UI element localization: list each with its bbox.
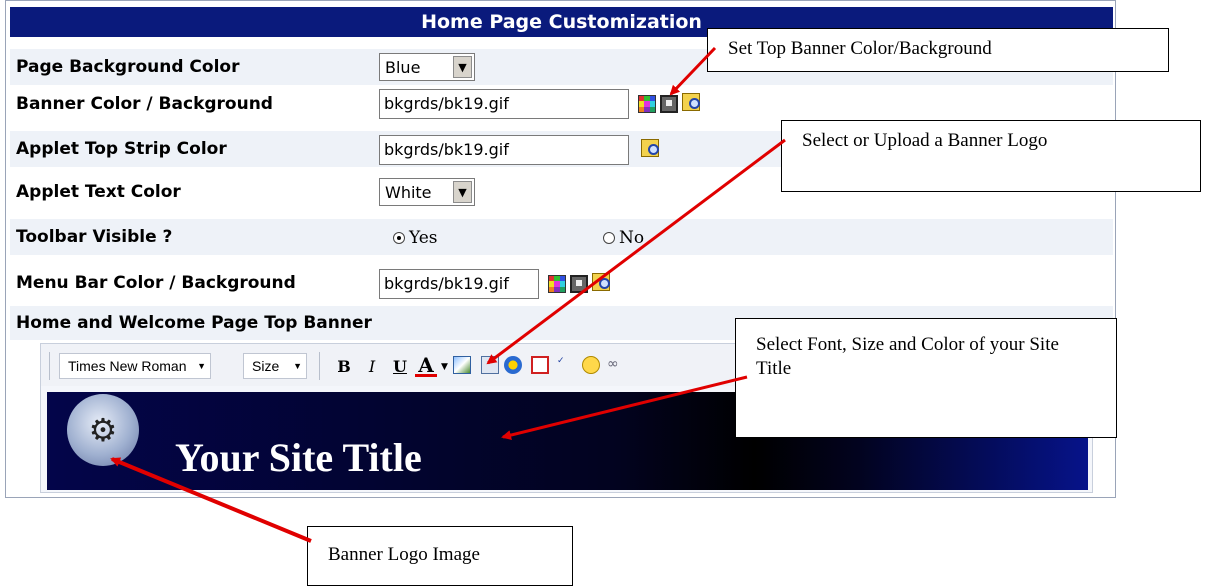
callout-banner-color: Set Top Banner Color/Background <box>707 28 1169 72</box>
radio-label: Yes <box>409 228 438 248</box>
font-color-button[interactable]: A <box>415 353 437 377</box>
toolbar-grip[interactable] <box>49 352 50 380</box>
section-label: Home and Welcome Page Top Banner <box>16 313 372 333</box>
site-title[interactable]: Your Site Title <box>175 434 422 481</box>
row-label: Banner Color / Background <box>16 94 273 114</box>
banner-logo-image[interactable]: ⚙ <box>67 394 139 466</box>
image-background-icon[interactable] <box>660 95 678 113</box>
select-value: White <box>385 182 432 202</box>
font-family-value: Times New Roman <box>68 358 187 374</box>
toolbar-visible-no-radio[interactable]: No <box>603 228 644 248</box>
callout-logo-image: Banner Logo Image <box>307 526 573 586</box>
italic-button[interactable]: I <box>361 355 383 377</box>
chevron-down-icon: ▼ <box>293 361 302 371</box>
font-size-dropdown[interactable]: Size ▼ <box>243 353 307 379</box>
pdf-icon[interactable] <box>531 356 549 374</box>
browse-folder-icon[interactable] <box>682 93 700 111</box>
chevron-down-icon: ▼ <box>197 361 206 371</box>
callout-font: Select Font, Size and Color of your Site… <box>735 318 1117 438</box>
row-label: Applet Top Strip Color <box>16 139 227 159</box>
applet-top-strip-input[interactable]: bkgrds/bk19.gif <box>379 135 629 165</box>
font-family-dropdown[interactable]: Times New Roman ▼ <box>59 353 211 379</box>
banner-color-input[interactable]: bkgrds/bk19.gif <box>379 89 629 119</box>
radio-label: No <box>619 228 645 248</box>
browse-folder-icon[interactable] <box>592 273 610 291</box>
row-toolbar-visible: Toolbar Visible ? Yes No <box>10 219 1113 256</box>
radio-unchecked-icon[interactable] <box>603 232 615 244</box>
toolbar-visible-yes-radio[interactable]: Yes <box>393 228 438 248</box>
row-banner-color: Banner Color / Background bkgrds/bk19.gi… <box>10 86 1113 123</box>
bold-button[interactable]: B <box>333 355 355 377</box>
radio-checked-icon[interactable] <box>393 232 405 244</box>
hyperlink-icon[interactable]: ∞ <box>607 356 625 374</box>
row-label: Applet Text Color <box>16 182 181 202</box>
font-size-value: Size <box>252 358 280 374</box>
callout-banner-logo: Select or Upload a Banner Logo <box>781 120 1201 192</box>
runner-icon: ⚙ <box>88 411 118 449</box>
select-value: Blue <box>385 57 421 77</box>
page-background-color-select[interactable]: Blue ▼ <box>379 53 475 81</box>
row-label: Menu Bar Color / Background <box>16 273 296 293</box>
edit-image-icon[interactable] <box>481 356 499 374</box>
image-background-icon[interactable] <box>570 275 588 293</box>
chevron-down-icon[interactable]: ▼ <box>453 181 472 203</box>
toolbar-separator <box>319 352 320 380</box>
color-palette-icon[interactable] <box>548 275 566 293</box>
underline-button[interactable]: U <box>389 355 411 377</box>
row-label: Page Background Color <box>16 57 240 77</box>
row-menu-bar-color: Menu Bar Color / Background bkgrds/bk19.… <box>10 265 1113 302</box>
insert-image-icon[interactable] <box>453 356 471 374</box>
menu-bar-color-input[interactable]: bkgrds/bk19.gif <box>379 269 539 299</box>
emoticon-icon[interactable] <box>582 356 600 374</box>
browse-folder-icon[interactable] <box>641 139 659 157</box>
color-palette-icon[interactable] <box>638 95 656 113</box>
applet-text-color-select[interactable]: White ▼ <box>379 178 475 206</box>
spellcheck-icon[interactable]: ✓ <box>557 356 575 374</box>
row-label: Toolbar Visible ? <box>16 227 173 247</box>
chevron-down-icon[interactable]: ▼ <box>453 56 472 78</box>
media-play-icon[interactable] <box>504 356 522 374</box>
